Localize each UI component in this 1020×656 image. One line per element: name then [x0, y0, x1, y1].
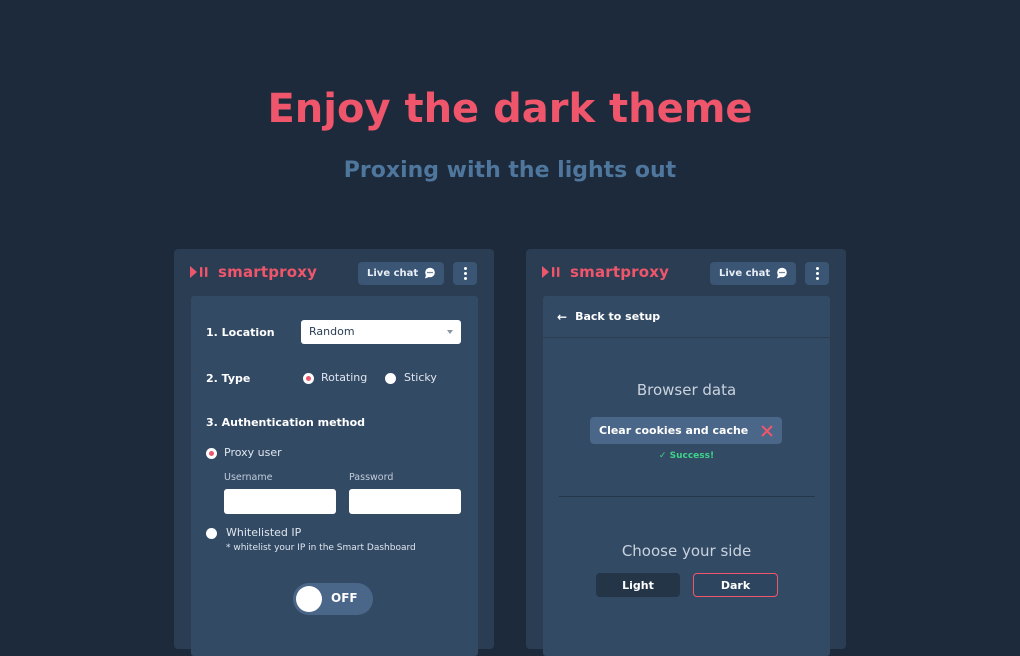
radio-proxy-user[interactable]	[206, 448, 217, 459]
toggle-label: OFF	[331, 591, 358, 605]
radio-rotating[interactable]	[303, 373, 314, 384]
kebab-menu-icon	[463, 267, 467, 270]
clear-cookies-label: Clear cookies and cache	[599, 424, 749, 437]
arrow-left-icon: ←	[557, 309, 568, 324]
whitelisted-ip-label: Whitelisted IP	[226, 526, 302, 539]
live-chat-button[interactable]: Live chat	[358, 262, 444, 285]
sticky-label: Sticky	[404, 371, 437, 384]
back-to-setup-link[interactable]: ← Back to setup	[543, 296, 830, 338]
brand-name: smartproxy	[570, 263, 670, 281]
toggle-knob	[296, 586, 322, 612]
proxy-toggle[interactable]: OFF	[293, 583, 373, 615]
dark-theme-label: Dark	[720, 578, 751, 592]
success-text: Success!	[669, 451, 715, 461]
auth-method-label: 3. Authentication method	[206, 416, 366, 429]
location-label: 1. Location	[206, 326, 275, 339]
brand-logo: smartproxy	[190, 263, 317, 281]
settings-content: ← Back to setup Browser data Clear cooki…	[543, 296, 830, 656]
clear-cookies-button[interactable]: Clear cookies and cache	[590, 417, 782, 444]
setup-panel: smartproxy Live chat 1. Location Random …	[174, 249, 494, 656]
logo-icon	[542, 266, 564, 278]
live-chat-label: Live chat	[719, 268, 771, 279]
kebab-menu-icon	[815, 267, 819, 270]
dark-theme-button[interactable]: Dark	[693, 573, 778, 597]
choose-side-title: Choose your side	[621, 542, 752, 560]
username-label: Username	[224, 472, 273, 483]
divider	[559, 496, 815, 497]
whitelist-note: * whitelist your IP in the Smart Dashboa…	[226, 543, 416, 553]
more-menu-button[interactable]	[805, 262, 829, 285]
type-label: 2. Type	[206, 372, 251, 385]
logo-icon	[190, 266, 212, 278]
password-field[interactable]	[349, 489, 461, 514]
location-select[interactable]: Random	[301, 320, 461, 344]
hero-title: Enjoy the dark theme	[267, 86, 753, 132]
username-field[interactable]	[224, 489, 336, 514]
hero-subtitle: Proxing with the lights out	[343, 158, 677, 183]
back-label: Back to setup	[575, 310, 661, 323]
radio-sticky[interactable]	[385, 373, 396, 384]
setup-form: 1. Location Random 2. Type Rotating Stic…	[191, 296, 478, 656]
settings-panel: smartproxy Live chat ← Back to setup Bro…	[526, 249, 846, 656]
location-value: Random	[309, 325, 355, 338]
success-message: ✓ Success!	[543, 451, 830, 461]
chat-bubble-icon	[424, 267, 436, 282]
radio-whitelisted-ip[interactable]	[206, 528, 217, 539]
chat-bubble-icon	[776, 267, 788, 282]
brand-logo: smartproxy	[542, 263, 669, 281]
live-chat-button[interactable]: Live chat	[710, 262, 796, 285]
close-icon	[760, 424, 774, 441]
rotating-label: Rotating	[321, 371, 368, 384]
browser-data-title: Browser data	[636, 381, 737, 399]
light-theme-label: Light	[622, 578, 654, 592]
brand-name: smartproxy	[218, 263, 318, 281]
live-chat-label: Live chat	[367, 268, 419, 279]
check-icon: ✓	[658, 451, 667, 461]
more-menu-button[interactable]	[453, 262, 477, 285]
password-label: Password	[349, 472, 394, 483]
chevron-down-icon	[447, 330, 453, 334]
light-theme-button[interactable]: Light	[596, 573, 680, 597]
proxy-user-label: Proxy user	[224, 446, 282, 459]
